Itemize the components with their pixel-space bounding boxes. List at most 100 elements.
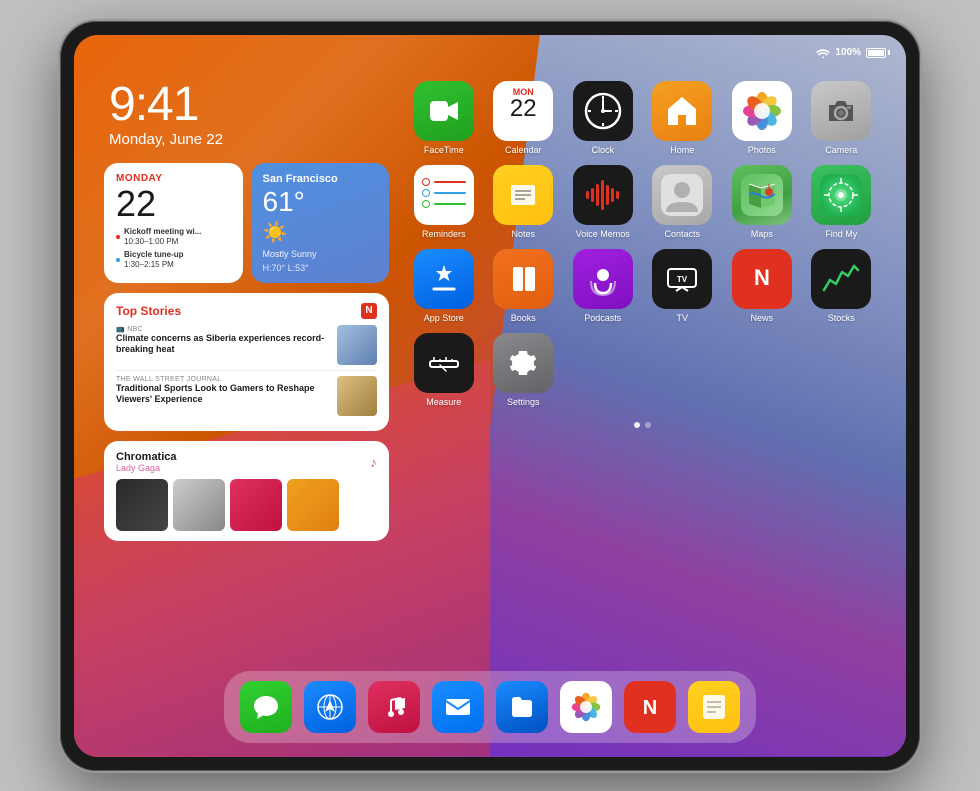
event-dot-2 [116,258,120,262]
news-thumb-2 [337,376,377,416]
app-notes[interactable]: Notes [489,165,559,239]
news-headline-2: Traditional Sports Look to Gamers to Res… [116,383,331,406]
dock-photos[interactable] [560,681,612,733]
app-news[interactable]: N News [727,249,797,323]
app-reminders[interactable]: Reminders [409,165,479,239]
weather-widget[interactable]: San Francisco 61° ☀️ Mostly Sunny H:70° … [251,163,390,283]
measure-icon [414,333,474,393]
photos-icon [732,81,792,141]
calendar-events: Kickoff meeting wi... 10:30–1:00 PM Bicy… [116,227,231,271]
weather-hi-lo: H:70° L:53° [263,263,378,273]
app-home[interactable]: Home [648,81,718,155]
app-podcasts[interactable]: Podcasts [568,249,638,323]
maps-label: Maps [751,229,773,239]
event-1-time: 10:30–1:00 PM [124,237,201,247]
settings-label: Settings [507,397,540,407]
app-photos[interactable]: Photos [727,81,797,155]
music-note-icon: ♪ [370,454,377,470]
weather-icon: ☀️ [263,220,378,245]
battery-percent: 100% [835,47,861,58]
widgets-row: MONDAY 22 Kickoff meeting wi... 10:30–1:… [104,163,389,283]
app-findmy[interactable]: Find My [807,165,877,239]
calendar-icon: MON 22 [493,81,553,141]
app-appstore[interactable]: App Store [409,249,479,323]
music-widget[interactable]: Chromatica Lady Gaga ♪ [104,441,389,541]
app-grid-row2: Reminders Notes [409,165,876,239]
app-calendar[interactable]: MON 22 Calendar [489,81,559,155]
dock-mail[interactable] [432,681,484,733]
calendar-widget[interactable]: MONDAY 22 Kickoff meeting wi... 10:30–1:… [104,163,243,283]
news-title: Top Stories [116,304,181,318]
music-albums [116,479,377,531]
wifi-icon [816,48,830,58]
page-dot-1 [634,422,640,428]
music-artist: Lady Gaga [116,463,177,473]
dock-safari[interactable] [304,681,356,733]
dock-files[interactable] [496,681,548,733]
news-label: News [750,313,773,323]
facetime-label: FaceTime [424,145,464,155]
stocks-label: Stocks [828,313,855,323]
app-contacts[interactable]: Contacts [648,165,718,239]
dock-notes-icon[interactable] [688,681,740,733]
news-source-2: THE WALL STREET JOURNAL [116,376,331,383]
date-text: Monday, June 22 [109,131,384,148]
news-source-1: 📺 NBC [116,325,331,333]
app-tv[interactable]: TV TV [648,249,718,323]
weather-condition: Mostly Sunny [263,249,378,259]
svg-text:N: N [754,265,770,290]
voicememos-icon [573,165,633,225]
app-books[interactable]: Books [489,249,559,323]
album-art-3 [230,479,282,531]
calendar-label: Calendar [505,145,542,155]
app-settings[interactable]: Settings [489,333,559,407]
findmy-icon [811,165,871,225]
svg-text:N: N [643,697,657,719]
app-grid-row1: FaceTime MON 22 Calendar [409,81,876,155]
news-logo-icon: N [361,303,377,319]
status-bar: 100% [74,35,906,65]
dock-news-icon[interactable]: N [624,681,676,733]
podcasts-icon [573,249,633,309]
findmy-label: Find My [825,229,857,239]
measure-label: Measure [426,397,461,407]
tv-icon: TV [652,249,712,309]
reminders-icon [414,165,474,225]
voicememos-label: Voice Memos [576,229,630,239]
app-facetime[interactable]: FaceTime [409,81,479,155]
app-camera[interactable]: Camera [807,81,877,155]
appstore-label: App Store [424,313,464,323]
app-measure[interactable]: Measure [409,333,479,407]
dock-messages[interactable] [240,681,292,733]
time-text: 9:41 [109,81,384,129]
event-dot-1 [116,235,120,239]
camera-label: Camera [825,145,857,155]
clock-icon [573,81,633,141]
app-maps[interactable]: Maps [727,165,797,239]
podcasts-label: Podcasts [584,313,621,323]
calendar-day-name: MONDAY [116,173,231,184]
appstore-icon [414,249,474,309]
contacts-label: Contacts [664,229,700,239]
books-label: Books [511,313,536,323]
calendar-event-1: Kickoff meeting wi... 10:30–1:00 PM [116,227,231,248]
app-voicememos[interactable]: Voice Memos [568,165,638,239]
home-content: 9:41 Monday, June 22 MONDAY 22 Kicko [74,35,906,757]
photos-label: Photos [748,145,776,155]
contacts-icon [652,165,712,225]
clock-label: Clock [591,145,614,155]
dock-music[interactable] [368,681,420,733]
album-art-2 [173,479,225,531]
right-panel: FaceTime MON 22 Calendar [409,71,876,737]
calendar-day-number: 22 [116,184,231,224]
camera-icon [811,81,871,141]
dock: N [224,671,756,743]
news-header: Top Stories N [116,303,377,319]
facetime-icon [414,81,474,141]
app-stocks[interactable]: Stocks [807,249,877,323]
tv-label: TV [676,313,688,323]
news-item-1: 📺 NBC Climate concerns as Siberia experi… [116,325,377,371]
page-dots [409,422,876,428]
app-clock[interactable]: Clock [568,81,638,155]
news-widget[interactable]: Top Stories N 📺 NBC Climate concerns as … [104,293,389,431]
